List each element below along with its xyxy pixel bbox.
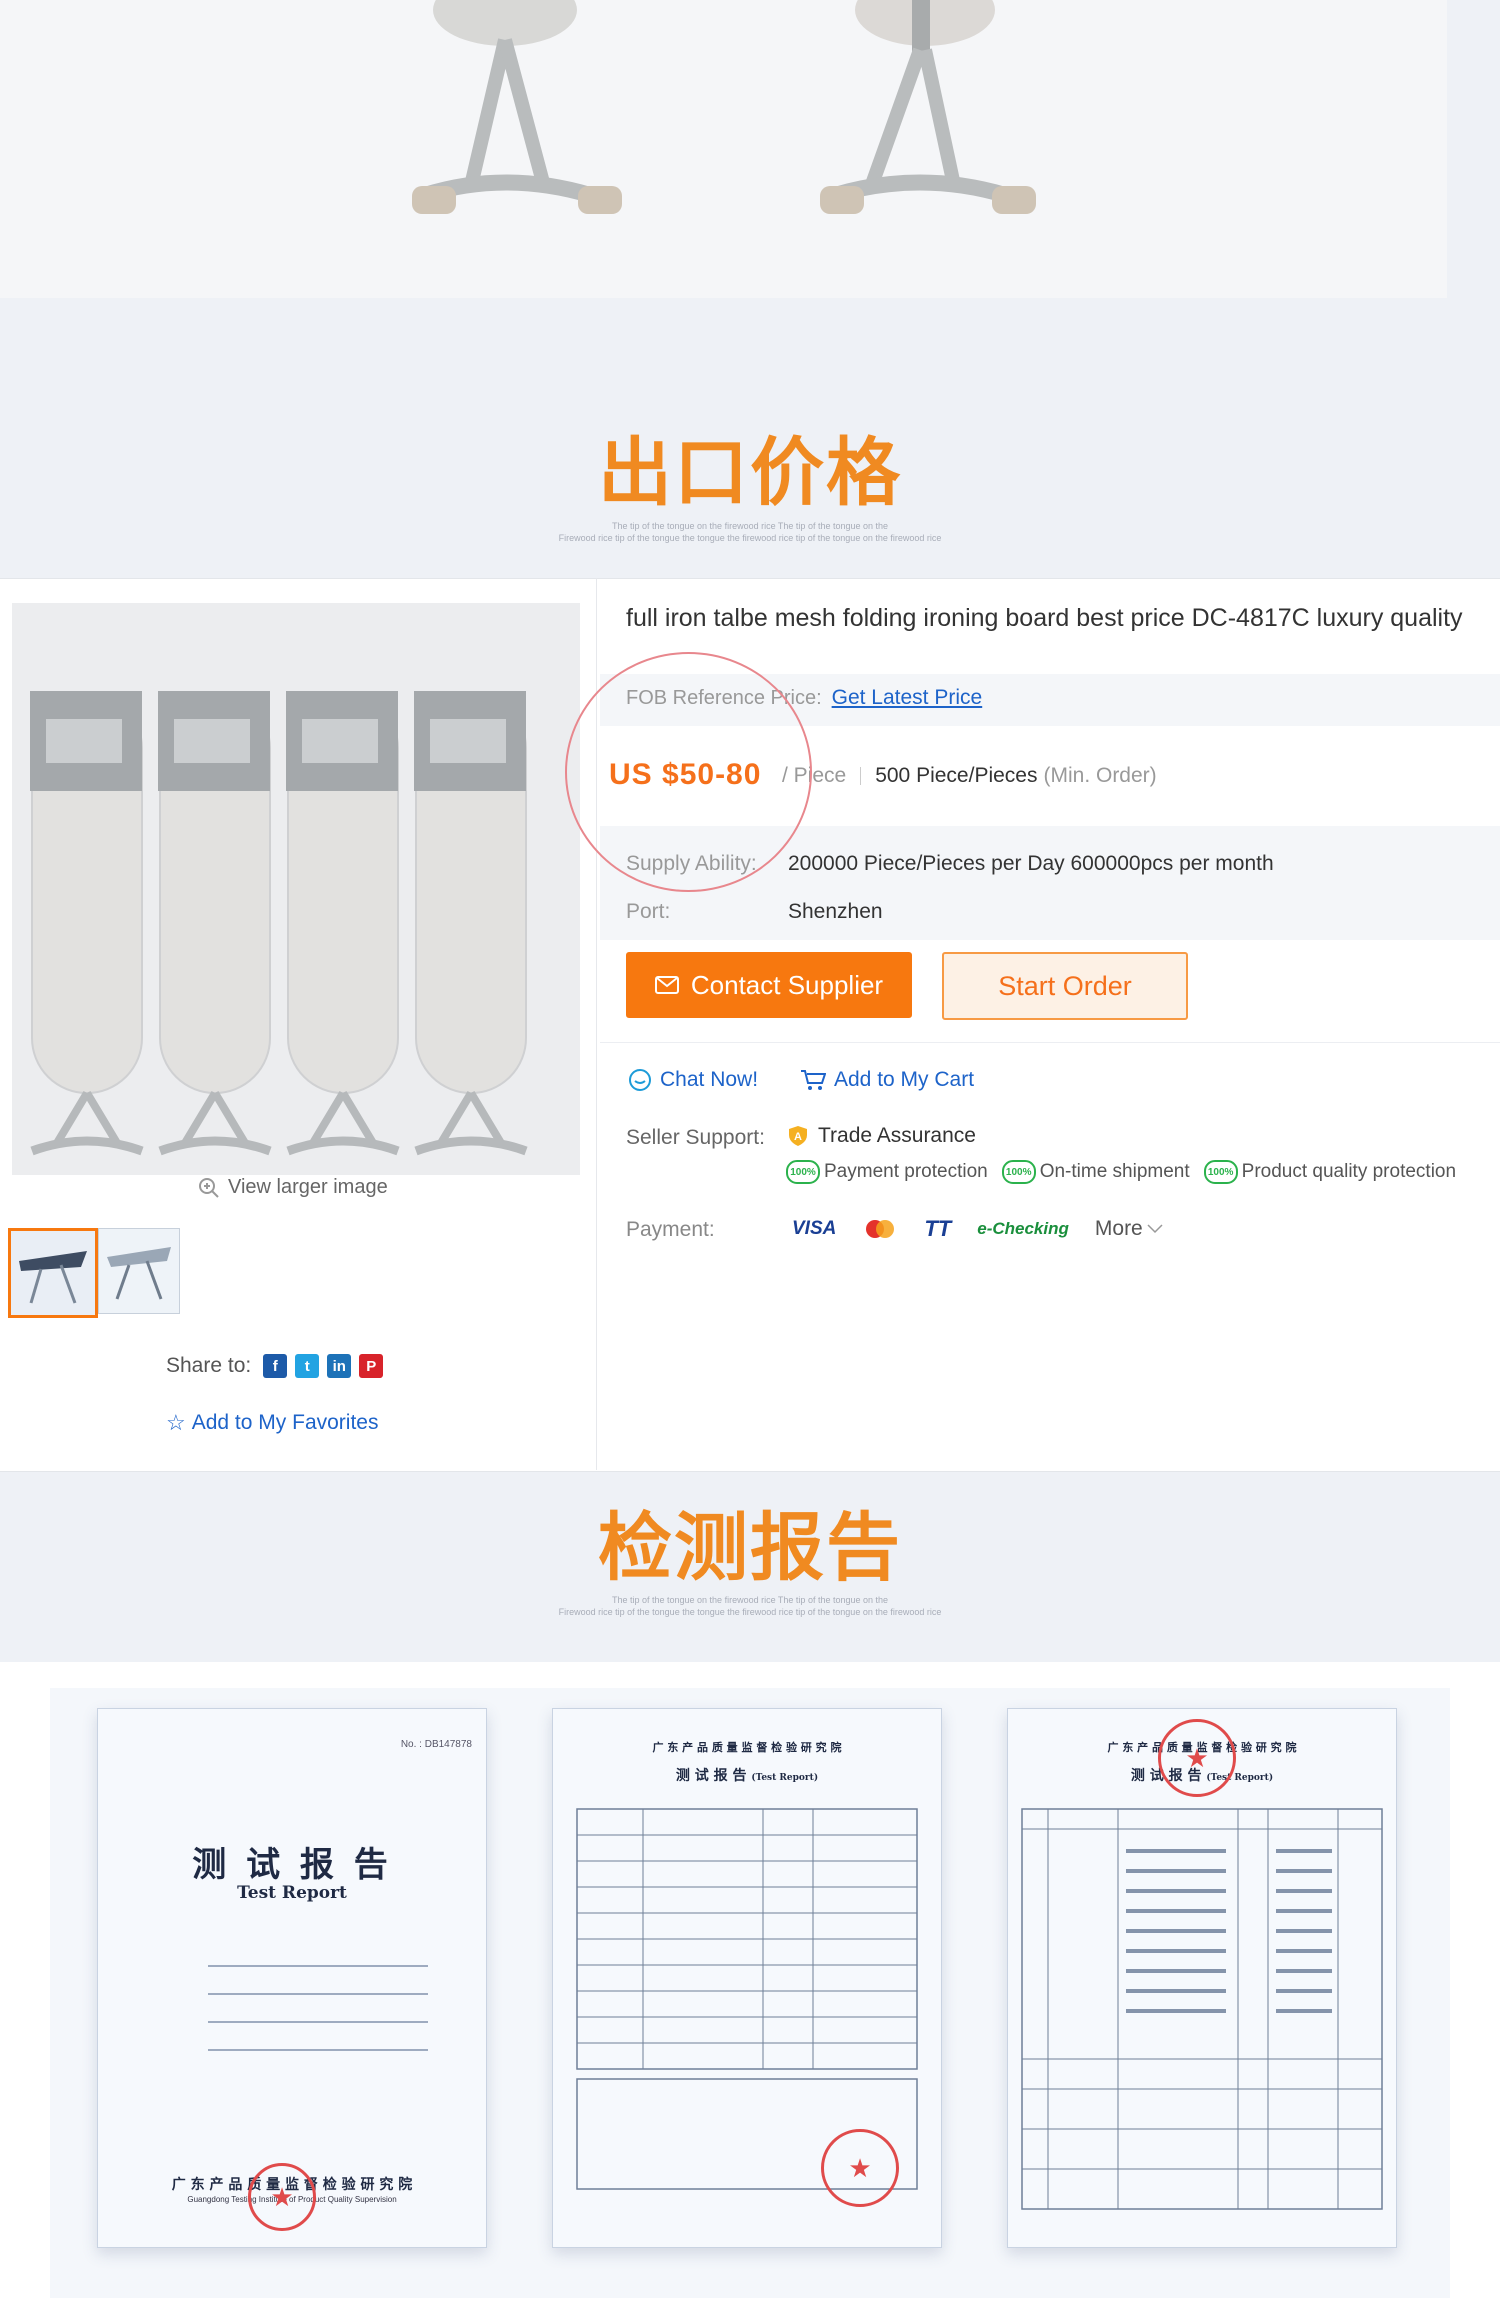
thumbnail-1[interactable] [8, 1228, 98, 1318]
get-latest-price-link[interactable]: Get Latest Price [832, 686, 983, 710]
thumbnail-2[interactable] [98, 1228, 180, 1314]
actions-separator [600, 1042, 1500, 1043]
more-label: More [1094, 1217, 1143, 1240]
moq-suffix: (Min. Order) [1043, 764, 1157, 787]
view-larger-link[interactable]: View larger image [198, 1176, 388, 1199]
chat-icon [629, 1069, 651, 1091]
cover-line [208, 1965, 428, 1967]
chevron-down-icon [1147, 1224, 1163, 1234]
linkedin-icon[interactable]: in [327, 1354, 352, 1378]
report-cover-title: 测 试 报 告 [192, 1845, 392, 1885]
guarantee-shipment: 100% On-time shipment [1001, 1160, 1190, 1184]
top-product-image [0, 0, 1447, 298]
svg-text:A: A [794, 1131, 802, 1143]
mail-icon [654, 976, 679, 994]
zoom-icon [199, 1177, 219, 1198]
trade-assurance-label: Trade Assurance [818, 1124, 976, 1147]
ironing-boards-image [12, 603, 580, 1175]
add-to-cart-link[interactable]: Add to My Cart [800, 1068, 974, 1092]
supply-value: 200000 Piece/Pieces per Day 600000pcs pe… [788, 852, 1274, 875]
price-divider [860, 767, 862, 785]
guarantee-list: 100% Payment protection 100% On-time shipm… [786, 1160, 1456, 1184]
cover-line [208, 1993, 428, 1995]
report-header: 广 东 产 品 质 量 监 督 检 验 研 究 院 [652, 1741, 842, 1754]
payment-methods: VISA TT e-Checking More [792, 1216, 1163, 1242]
start-order-button[interactable]: Start Order [942, 952, 1188, 1020]
contact-supplier-label: Contact Supplier [690, 969, 884, 1000]
badge-100-icon: 100% [1001, 1160, 1036, 1184]
trade-assurance[interactable]: A Trade Assurance [786, 1124, 976, 1148]
report-title: 测 试 报 告 (Test Report) [675, 1768, 819, 1784]
badge-100-icon: 100% [786, 1160, 820, 1184]
report-section-subtitle-1: The tip of the tongue on the firewood ri… [611, 1595, 889, 1605]
price-details: / Piece 500 Piece/Pieces (Min. Order) [782, 764, 1157, 788]
contact-supplier-button[interactable]: Contact Supplier [626, 952, 912, 1018]
tt-icon: TT [924, 1216, 952, 1241]
view-larger-label: View larger image [228, 1176, 388, 1198]
pinterest-icon[interactable]: P [359, 1354, 384, 1378]
twitter-icon[interactable]: t [295, 1354, 320, 1378]
product-title: full iron talbe mesh folding ironing boa… [626, 604, 1463, 632]
share-row: Share to: f t in P [166, 1354, 391, 1378]
mastercard-icon [866, 1220, 895, 1238]
port-value: Shenzhen [788, 900, 883, 923]
cart-icon [801, 1070, 826, 1090]
cover-line [208, 2021, 428, 2023]
red-stamp-icon: ★ [248, 2163, 316, 2231]
report-number: No. : DB147878 [400, 1739, 472, 1750]
visa-icon: VISA [792, 1218, 837, 1239]
red-stamp-icon: ★ [821, 2129, 899, 2207]
guarantee-quality: 100% Product quality protection [1203, 1160, 1456, 1184]
cover-line [208, 2049, 428, 2051]
badge-100-icon: 100% [1203, 1160, 1238, 1184]
add-favorites-link[interactable]: ☆ Add to My Favorites [166, 1410, 378, 1436]
star-icon: ☆ [166, 1410, 186, 1435]
price-annotation-circle [565, 652, 812, 892]
report-results-table [1021, 1808, 1383, 2210]
red-stamp-icon: ★ [1158, 1719, 1236, 1797]
price-section-subtitle-1: The tip of the tongue on the firewood ri… [611, 521, 889, 531]
price-section-subtitle-2: Firewood rice tip of the tongue the tong… [558, 533, 942, 543]
report-section-title: 检测报告 [598, 1505, 902, 1591]
add-to-cart-label: Add to My Cart [834, 1068, 975, 1091]
payment-label: Payment: [626, 1218, 715, 1241]
thumbnail-image-1 [19, 1251, 87, 1304]
chat-now-link[interactable]: Chat Now! [628, 1068, 758, 1092]
guarantee-payment: 100% Payment protection [786, 1160, 988, 1184]
report-cover-subtitle: Test Report [237, 1883, 347, 1903]
chat-now-label: Chat Now! [660, 1068, 759, 1091]
payment-more-link[interactable]: More [1095, 1217, 1163, 1241]
echecking-icon: e-Checking [977, 1219, 1069, 1238]
port-label: Port: [626, 900, 671, 923]
test-report-page-3[interactable]: 广 东 产 品 质 量 监 督 检 验 研 究 院 测 试 报 告 (Test … [1007, 1708, 1397, 2248]
add-favorites-label: Add to My Favorites [191, 1411, 379, 1434]
main-product-image[interactable] [12, 603, 580, 1175]
facebook-icon[interactable]: f [263, 1354, 288, 1378]
test-report-page-2[interactable]: 广 东 产 品 质 量 监 督 检 验 研 究 院 测 试 报 告 (Test … [552, 1708, 942, 2248]
report-section-subtitle-2: Firewood rice tip of the tongue the tong… [558, 1607, 942, 1617]
shield-icon: A [789, 1126, 807, 1146]
moq-value: 500 Piece/Pieces [875, 764, 1038, 787]
share-label: Share to: [166, 1354, 252, 1377]
ironing-board-legs-image [412, 0, 1036, 214]
test-report-cover[interactable]: No. : DB147878 测 试 报 告 Test Report 广 东 产… [97, 1708, 487, 2248]
seller-support-label: Seller Support: [626, 1126, 765, 1149]
thumbnail-image-2 [107, 1247, 171, 1300]
price-section-title: 出口价格 [598, 430, 902, 516]
